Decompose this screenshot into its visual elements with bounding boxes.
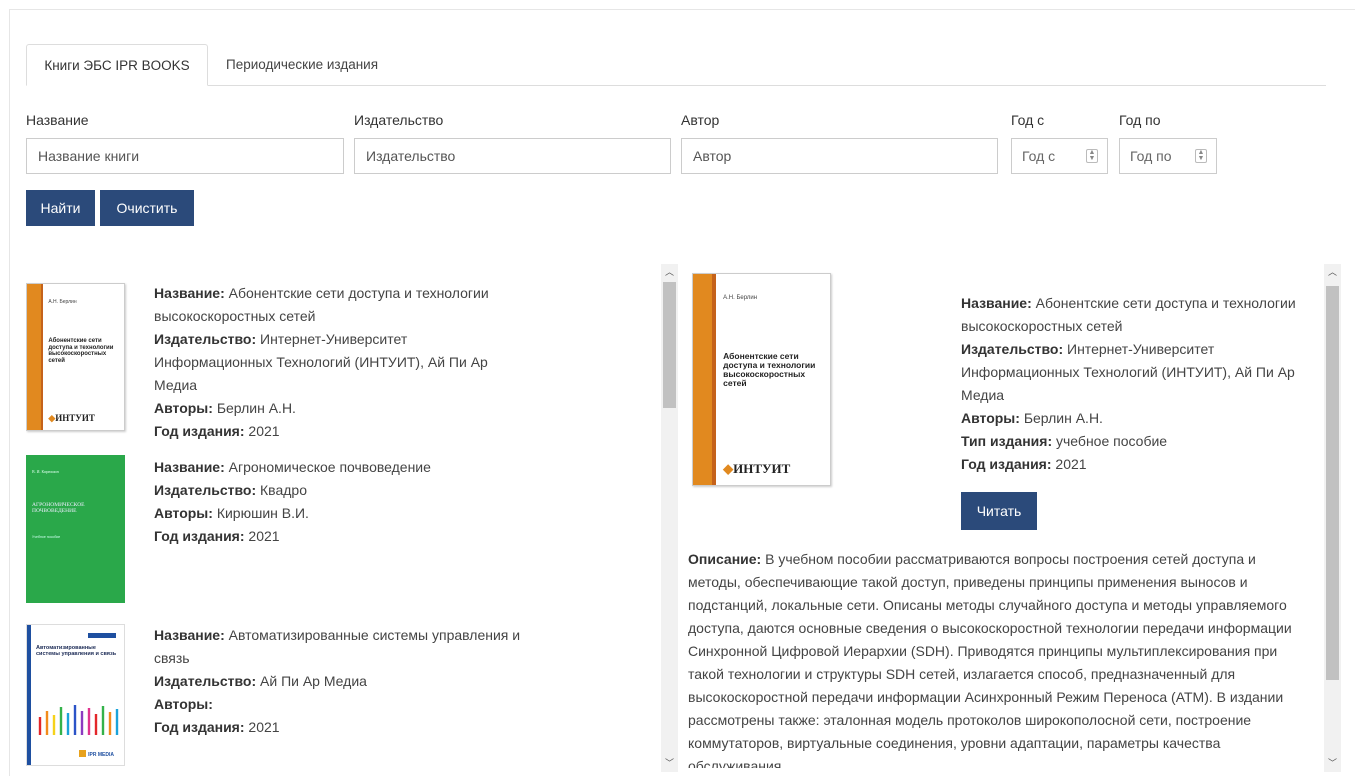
clear-button[interactable]: Очистить <box>100 190 194 226</box>
read-button[interactable]: Читать <box>961 492 1037 530</box>
year-label: Год издания: <box>154 719 245 735</box>
type-label: Тип издания: <box>961 433 1053 449</box>
authors-label: Авторы: <box>154 696 213 712</box>
cover-subtitle: Учебное пособие <box>32 535 61 539</box>
cover-stripe <box>27 284 41 430</box>
book-info: Название: Агрономическое почвоведение Из… <box>154 456 524 548</box>
spinner-arrows-icon[interactable]: ▲ ▼ <box>1195 149 1207 163</box>
detail-book-cover: А.Н. Берлин Абонентские сети доступа и т… <box>692 273 831 486</box>
cover-bar <box>27 625 31 765</box>
title-label: Название: <box>154 627 225 643</box>
year-from-input[interactable]: Год с ▲ ▼ <box>1011 138 1108 174</box>
cables-illustration <box>38 705 119 735</box>
author-filter-label: Автор <box>681 112 720 128</box>
intuit-logo: ◆ИНТУИТ <box>48 413 95 424</box>
book-title[interactable]: Агрономическое почвоведение <box>229 459 431 475</box>
year-to-placeholder: Год по <box>1130 148 1172 164</box>
intuit-logo: ◆ИНТУИТ <box>723 461 790 477</box>
cover-title: Абонентские сети доступа и технологии вы… <box>48 338 114 364</box>
title-label: Название: <box>961 295 1032 311</box>
scroll-up-icon[interactable]: ︿ <box>661 264 678 281</box>
cover-author: А.Н. Берлин <box>48 298 77 305</box>
authors-label: Авторы: <box>154 400 213 416</box>
year-to-label: Год по <box>1119 112 1161 128</box>
ipr-logo-mark <box>79 750 87 757</box>
year-label: Год издания: <box>154 528 245 544</box>
tab-periodicals[interactable]: Периодические издания <box>212 44 392 86</box>
intuit-logo-mark: ◆ <box>723 460 734 476</box>
publisher-label: Издательство: <box>154 331 257 347</box>
detail-year: 2021 <box>1055 456 1087 472</box>
scroll-down-icon[interactable]: ﹀ <box>1324 755 1341 772</box>
intuit-logo-text: ИНТУИТ <box>55 413 95 424</box>
tab-bar: Книги ЭБС IPR BOOKS Периодические издани… <box>26 44 1326 86</box>
scrollbar-thumb[interactable] <box>663 282 676 408</box>
cover-title: АГРОНОМИЧЕСКОЕ ПОЧВОВЕДЕНИЕ <box>32 502 85 514</box>
authors-label: Авторы: <box>961 410 1020 426</box>
year-label: Год издания: <box>154 423 245 439</box>
ipr-logo-text: IPR MEDIA <box>88 752 114 758</box>
cover-stripe <box>693 274 713 485</box>
description-label: Описание: <box>688 551 762 567</box>
intuit-logo-text: ИНТУИТ <box>733 460 791 476</box>
ipr-media-logo: IPR MEDIA <box>79 750 114 758</box>
description-text: В учебном пособии рассматриваются вопрос… <box>688 551 1292 768</box>
cover-stripe <box>712 274 717 485</box>
book-year: 2021 <box>248 719 280 735</box>
publisher-filter-label: Издательство <box>354 112 444 128</box>
publisher-label: Издательство: <box>961 341 1064 357</box>
title-filter-label: Название <box>26 112 89 128</box>
title-input[interactable] <box>26 138 344 174</box>
year-from-placeholder: Год с <box>1022 148 1056 164</box>
detail-description: Описание: В учебном пособии рассматриваю… <box>688 548 1308 768</box>
cover-stripe <box>40 284 44 430</box>
authors-label: Авторы: <box>154 505 213 521</box>
spinner-arrows-icon[interactable]: ▲ ▼ <box>1086 149 1098 163</box>
book-cover[interactable]: В. И. Кирюшин АГРОНОМИЧЕСКОЕ ПОЧВОВЕДЕНИ… <box>26 455 125 603</box>
title-label: Название: <box>154 285 225 301</box>
list-scrollbar[interactable]: ︿ ﹀ <box>661 264 678 772</box>
publisher-label: Издательство: <box>154 673 257 689</box>
title-label: Название: <box>154 459 225 475</box>
cover-title: Абонентские сети доступа и технологии вы… <box>723 351 816 389</box>
book-cover[interactable]: А.Н. Берлин Абонентские сети доступа и т… <box>26 283 125 431</box>
detail-scrollbar[interactable]: ︿ ﹀ <box>1324 264 1341 772</box>
tab-ipr-books[interactable]: Книги ЭБС IPR BOOKS <box>26 44 208 86</box>
book-authors: Берлин А.Н. <box>216 400 296 416</box>
book-authors: Кирюшин В.И. <box>216 505 309 521</box>
year-from-label: Год с <box>1011 112 1045 128</box>
cover-tag <box>88 633 116 638</box>
book-year: 2021 <box>248 423 280 439</box>
cover-author: В. И. Кирюшин <box>32 469 59 474</box>
cover-author: А.Н. Берлин <box>723 295 758 302</box>
book-detail-panel: А.Н. Берлин Абонентские сети доступа и т… <box>686 268 1319 768</box>
book-publisher: Ай Пи Ар Медиа <box>260 673 367 689</box>
book-list: А.Н. Берлин Абонентские сети доступа и т… <box>26 268 678 768</box>
book-cover[interactable]: Автоматизированные системы управления и … <box>26 624 125 766</box>
year-label: Год издания: <box>961 456 1052 472</box>
scroll-down-icon[interactable]: ﹀ <box>661 755 678 772</box>
book-publisher: Квадро <box>260 482 307 498</box>
detail-type: учебное пособие <box>1056 433 1168 449</box>
book-info: Название: Абонентские сети доступа и тех… <box>154 282 524 443</box>
scrollbar-thumb[interactable] <box>1326 286 1339 680</box>
scroll-up-icon[interactable]: ︿ <box>1324 264 1341 281</box>
year-to-input[interactable]: Год по ▲ ▼ <box>1119 138 1217 174</box>
detail-info: Название: Абонентские сети доступа и тех… <box>961 292 1306 476</box>
author-input[interactable] <box>681 138 998 174</box>
search-button[interactable]: Найти <box>26 190 95 226</box>
publisher-label: Издательство: <box>154 482 257 498</box>
cover-title: Автоматизированные системы управления и … <box>36 645 117 657</box>
book-year: 2021 <box>248 528 280 544</box>
book-info: Название: Автоматизированные системы упр… <box>154 624 524 739</box>
detail-authors: Берлин А.Н. <box>1023 410 1103 426</box>
publisher-input[interactable] <box>354 138 671 174</box>
